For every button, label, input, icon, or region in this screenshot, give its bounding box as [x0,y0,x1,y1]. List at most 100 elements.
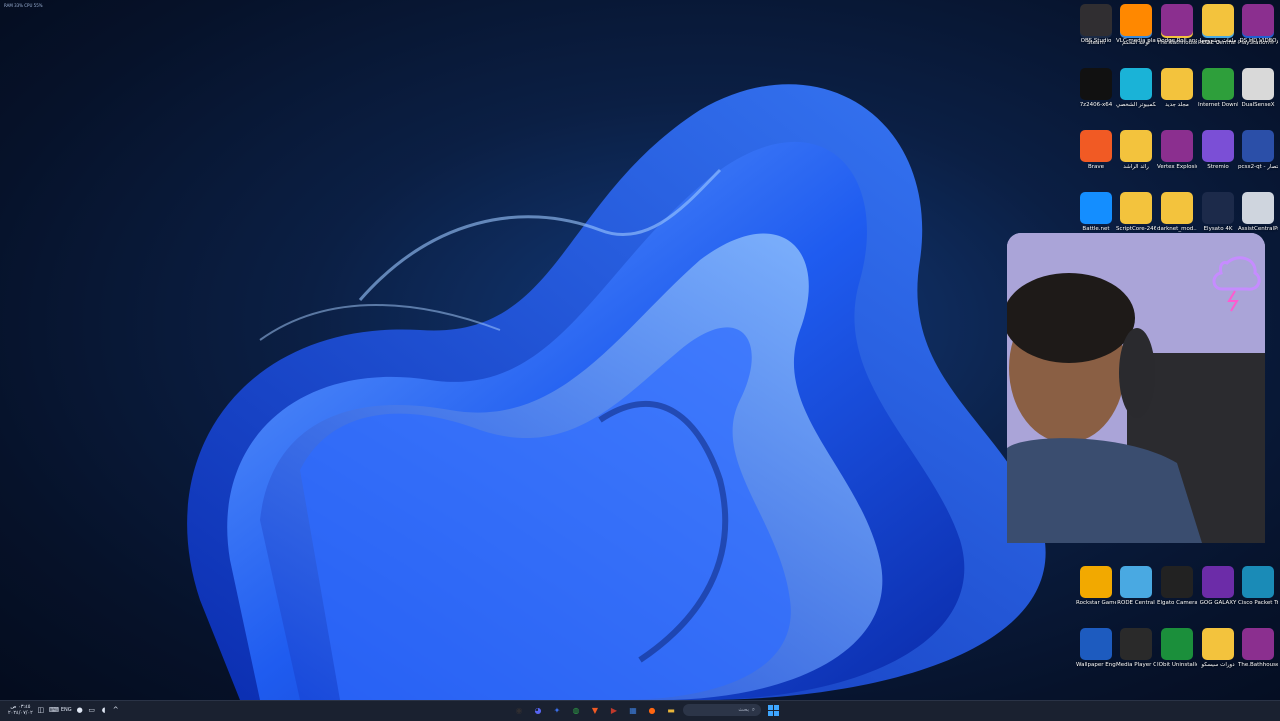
desktop-icon[interactable]: Rockstar Games Launcher [1076,562,1116,607]
desktop-icon-label: 7z2406-x64 [1079,102,1113,108]
desktop-icon[interactable]: darknet_mod... [1157,188,1197,233]
volume-icon[interactable]: ◖ [100,706,108,714]
taskbar-app-sub[interactable]: ▶ [607,703,621,717]
elgato-icon [1161,566,1193,598]
taskbar-app-copilot[interactable]: ✦ [550,703,564,717]
desktop-icon-label: VLC media player [1116,38,1156,44]
rode-icon [1120,566,1152,598]
desktop-icon[interactable]: IObit Uninstaller [1157,624,1197,669]
taskbar-app-obs[interactable]: ◉ [512,703,526,717]
desktop-icon[interactable]: OBS Studio [1076,0,1116,45]
desktop-icon-label: DS HD VIDEO [1239,38,1277,44]
desktop-icon[interactable]: ScriptCore-246... [1116,188,1156,233]
search-box[interactable]: بحث ⌕ [683,704,761,716]
taskbar-app-store[interactable]: ▦ [626,703,640,717]
desktop-icon-label: هذا الكمبيوتر الشخصي [1116,102,1156,108]
user-folder-icon [1120,130,1152,162]
this-pc-icon [1120,68,1152,100]
desktop-icon-label: pcsx2-qt - اختصار [1238,164,1278,170]
rockstar-icon [1080,566,1112,598]
webcam-overlay [1007,233,1265,543]
mpc-icon [1120,628,1152,660]
taskbar-apps: ◉ ◕ ✦ ◍ ▼ ▶ ▦ ● ▬ بحث ⌕ [512,703,780,717]
copilot-icon: ✦ [553,705,561,715]
wallpaper-engine-icon [1080,628,1112,660]
search-placeholder: بحث [738,707,749,713]
folder-icon [1161,68,1193,100]
idm-icon [1202,68,1234,100]
desktop-icon-label: RODE Central [1117,600,1155,606]
desktop-icon[interactable]: Vertex Explosion fix-109-1-0-17... [1157,126,1197,171]
dualsensex-icon [1242,68,1274,100]
desktop-icon[interactable]: DS HD VIDEO [1238,0,1278,45]
cisco-icon [1242,566,1274,598]
desktop-icon-label: ScriptCore-246... [1116,226,1156,232]
desktop-icon[interactable]: دورات سيسكو [1198,624,1238,669]
notification-icon[interactable]: ◫ [37,706,45,714]
battlenet-icon [1080,192,1112,224]
desktop-icon[interactable]: ملفات وشروحها [1198,0,1238,45]
discord-icon: ◕ [534,705,542,715]
taskbar-app-brave[interactable]: ▼ [588,703,602,717]
desktop-icon[interactable]: رائد الراشد [1116,126,1156,171]
taskbar: ٠٣:٤٥ ص ٢٠٢٤/٠٧/٠٢ ◫ ⌨ ENG ● ▭ ◖ ^ ◉ ◕ ✦ ◍ ▼… [0,700,1280,721]
taskbar-app-explorer[interactable]: ▬ [664,703,678,717]
network-icon[interactable]: ▭ [88,706,96,714]
keyboard-icon[interactable]: ⌨ [49,706,59,714]
taskbar-app-discord[interactable]: ◕ [531,703,545,717]
desktop-icon[interactable]: Internet Downloa... [1198,64,1238,109]
chevron-up-icon[interactable]: ^ [112,706,120,714]
desktop-icon[interactable]: Elysato 4K [1198,188,1238,233]
desktop-icon-label: Cisco Packet Tracer [1238,600,1278,606]
4k-icon [1202,192,1234,224]
system-tray: ٠٣:٤٥ ص ٢٠٢٤/٠٧/٠٢ ◫ ⌨ ENG ● ▭ ◖ ^ [8,704,120,716]
desktop-icon[interactable]: AssistCentralPro [1238,188,1278,233]
winrar-icon [1161,130,1193,162]
desktop-icon[interactable]: GOG GALAXY [1198,562,1238,607]
folder-icon [1202,4,1234,36]
vlc-icon [1120,4,1152,36]
7zip-icon [1080,68,1112,100]
desktop-icon[interactable]: هذا الكمبيوتر الشخصي [1116,64,1156,109]
start-button[interactable] [766,703,780,717]
language-indicator[interactable]: ENG [61,707,72,713]
desktop-icon[interactable]: Brave [1076,126,1116,171]
desktop-icon[interactable]: Media Player Classic [1116,624,1156,669]
desktop-icon[interactable]: Dodge Roll and Sprint-496-2-30... [1157,0,1197,45]
brave-icon [1080,130,1112,162]
desktop-icon-label: The.Bathhouse... [1238,662,1278,668]
desktop-icon[interactable]: Battle.net [1076,188,1116,233]
desktop-icon[interactable]: RODE Central [1116,562,1156,607]
clock[interactable]: ٠٣:٤٥ ص ٢٠٢٤/٠٧/٠٢ [8,704,33,716]
desktop-icon-label: Vertex Explosion fix-109-1-0-17... [1157,164,1197,170]
sub-icon: ▶ [610,705,618,715]
explorer-icon: ▬ [667,705,675,715]
desktop-icon[interactable]: Elgato Camera Hub [1157,562,1197,607]
winrar-icon [1242,628,1274,660]
desktop-icon[interactable]: Wallpaper Engine [1076,624,1116,669]
folder-icon [1161,192,1193,224]
taskbar-app-chrome[interactable]: ◍ [569,703,583,717]
desktop-icon[interactable]: مجلد جديد [1157,64,1197,109]
iobit-icon [1161,628,1193,660]
firefox-icon: ● [648,705,656,715]
desktop-icon[interactable]: The.Bathhouse... [1238,624,1278,669]
desktop-icon-label: Elgato Camera Hub [1157,600,1197,606]
chrome-icon: ◍ [572,705,580,715]
desktop-icon-label: DualSenseX [1241,102,1275,108]
stremio-icon [1202,130,1234,162]
desktop-icon[interactable]: 7z2406-x64 [1076,64,1116,109]
desktop-icon[interactable]: DualSenseX [1238,64,1278,109]
performance-overlay: RAM 33% CPU 55% [4,3,43,8]
gog-icon [1202,566,1234,598]
assist-icon [1242,192,1274,224]
desktop-icon[interactable]: pcsx2-qt - اختصار [1238,126,1278,171]
desktop-icon[interactable]: Stremio [1198,126,1238,171]
desktop-icon-label: darknet_mod... [1157,226,1197,232]
desktop-icon[interactable]: Cisco Packet Tracer [1238,562,1278,607]
desktop-icon-label: Rockstar Games Launcher [1076,600,1116,606]
desktop-icon-label: Internet Downloa... [1198,102,1238,108]
taskbar-app-firefox[interactable]: ● [645,703,659,717]
desktop-icon[interactable]: VLC media player [1116,0,1156,45]
microphone-icon[interactable]: ● [76,706,84,714]
